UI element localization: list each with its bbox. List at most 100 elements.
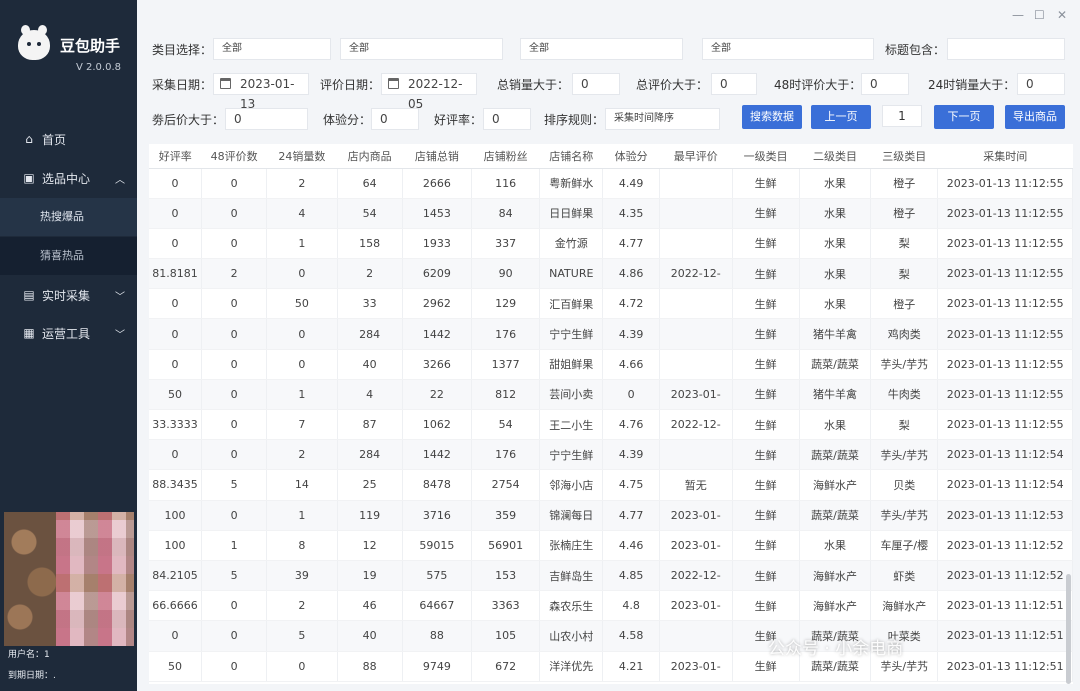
table-cell: 2 — [266, 590, 338, 622]
calendar-icon — [388, 78, 399, 89]
table-row[interactable]: 100 0 1 119 3716 359 锦澜每日 4.77 2023-01- 生鲜 蔬菜/蔬菜 芋头… — [149, 500, 1073, 531]
coupon-price-input[interactable]: 0 — [225, 108, 308, 130]
collect-date-picker[interactable]: 2023-01-13 — [213, 73, 309, 111]
table-cell: 105 — [471, 620, 541, 652]
column-header[interactable]: 店铺名称 — [539, 144, 603, 169]
table-cell: 蔬菜/蔬菜 — [799, 500, 872, 531]
table-row[interactable]: 0 0 0 40 3266 1377 甜姐鲜果 4.66 生鲜 蔬菜/蔬菜 芋头/芋艿 2023-01… — [149, 349, 1073, 380]
experience-label: 体验分： — [323, 113, 372, 127]
home-icon: ⌂ — [25, 132, 33, 146]
table-row[interactable]: 81.8181 2 0 2 6209 90 NATURE 4.86 2022-12- 生鲜 水果梨 2… — [149, 258, 1073, 290]
minimize-icon[interactable]: — — [1012, 8, 1024, 22]
page-number-input[interactable]: 1 — [882, 105, 922, 127]
column-header[interactable]: 采集时间 — [937, 144, 1073, 169]
table-row[interactable]: 0 0 1 158 1933 337 金竹源 4.77 生鲜 水果梨 2023-01-13 11:1… — [149, 228, 1073, 260]
table-cell: 284 — [337, 439, 403, 471]
table-row[interactable]: 33.3333 0 7 87 1062 54 王二小生 4.76 2022-12- 生鲜 水果梨 20… — [149, 409, 1073, 441]
coupon-price-label: 劵后价大于： — [152, 113, 225, 127]
sidebar-subitem-guess-hot[interactable]: 猜喜热品 — [0, 237, 137, 275]
prev-page-button[interactable]: 上一页 — [811, 105, 871, 129]
table-row[interactable]: 0 0 2 284 1442 176 宁宁生鲜 4.39 生鲜 蔬菜/蔬菜 芋头/芋艿 2023-01… — [149, 439, 1073, 471]
column-header[interactable]: 店内商品 — [337, 144, 403, 169]
category-select-2[interactable]: 全部 — [340, 38, 503, 60]
table-cell: 汇百鲜果 — [539, 288, 604, 320]
sidebar-item-product-center[interactable]: ▣ 选品中心 ︿ — [0, 159, 137, 197]
total-sales-input[interactable]: 0 — [572, 73, 620, 95]
table-cell: 生鲜 — [732, 500, 800, 531]
table-cell: 812 — [471, 379, 541, 411]
table-row[interactable]: 84.2105 5 39 19 575 153 吉鲜岛生 4.85 2022-12- 生鲜 海鲜水产… — [149, 560, 1073, 592]
column-header[interactable]: 体验分 — [602, 144, 660, 169]
table-cell: 生鲜 — [732, 258, 800, 290]
reviews48-input[interactable]: 0 — [861, 73, 909, 95]
good-rate-input[interactable]: 0 — [483, 108, 531, 130]
review-date-picker[interactable]: 2022-12-05 — [381, 73, 477, 111]
table-cell: 生鲜 — [732, 349, 800, 380]
column-header[interactable]: 48评价数 — [201, 144, 267, 169]
table-row[interactable]: 66.6666 0 2 46 64667 3363 森农乐生 4.8 2023-01- 生鲜 海鲜水… — [149, 590, 1073, 622]
table-cell: 2023-01-13 11:12:54 — [937, 439, 1073, 471]
chevron-down-icon: ﹀ — [115, 329, 125, 341]
table-row[interactable]: 0 0 2 64 2666 116 粤新鲜水 4.49 生鲜 水果 橙子 2023-01-13 11:… — [149, 168, 1073, 199]
column-header[interactable]: 最早评价 — [659, 144, 733, 169]
sidebar: 豆包助手 V 2.0.0.8 ⌂ 首页 ▣ 选品中心 ︿ 热搜爆品 猜喜热品 ▤… — [0, 0, 137, 691]
table-cell: 0 — [602, 379, 661, 411]
table-row[interactable]: 0 0 50 33 2962 129 汇百鲜果 4.72 生鲜 水果 橙子 2023-01-13 11… — [149, 288, 1073, 320]
product-icon: ▣ — [23, 171, 35, 185]
table-row[interactable]: 50 0 0 88 9749 672 洋洋优先 4.21 2023-01- 生鲜 蔬菜/蔬菜 芋头/芋… — [149, 651, 1073, 682]
table-cell: 54 — [337, 198, 403, 229]
table-row[interactable]: 100 1 8 12 59015 56901 张楠庄生 4.46 2023-01- 生鲜 水果 车厘子… — [149, 530, 1073, 561]
column-header[interactable]: 店铺粉丝 — [471, 144, 540, 169]
category-select-1[interactable]: 全部 — [213, 38, 331, 60]
title-contains-input[interactable] — [947, 38, 1065, 60]
column-header[interactable]: 店铺总销 — [402, 144, 472, 169]
table-cell: 2023-01-13 11:12:52 — [937, 560, 1073, 592]
column-header[interactable]: 三级类目 — [870, 144, 938, 169]
sidebar-item-realtime-collect[interactable]: ▤ 实时采集 ﹀ — [0, 276, 137, 314]
sidebar-item-ops-tools[interactable]: ▦ 运营工具 ﹀ — [0, 314, 137, 352]
sidebar-subitem-hot-search[interactable]: 热搜爆品 — [0, 198, 137, 236]
table-cell: 4.8 — [602, 590, 661, 622]
table-cell: 4.39 — [602, 318, 661, 350]
search-data-button[interactable]: 搜索数据 — [742, 105, 802, 129]
table-cell: 176 — [471, 318, 541, 350]
total-reviews-input[interactable]: 0 — [711, 73, 757, 95]
chevron-down-icon: ﹀ — [115, 291, 125, 303]
table-row[interactable]: 0 0 4 54 1453 84 日日鲜果 4.35 生鲜 水果 橙子 2023-01-13 11:1… — [149, 198, 1073, 229]
table-cell: 水果 — [799, 228, 872, 260]
table-cell: 宁宁生鲜 — [539, 318, 604, 350]
table-cell: 0 — [149, 318, 203, 350]
category-select-3[interactable]: 全部 — [520, 38, 683, 60]
table-cell: 2023-01-13 11:12:51 — [937, 590, 1073, 622]
table-cell: 王二小生 — [539, 409, 604, 441]
table-cell: 14 — [266, 469, 338, 501]
maximize-icon[interactable]: ☐ — [1034, 8, 1045, 22]
table-cell — [659, 439, 733, 471]
sidebar-item-home[interactable]: ⌂ 首页 — [0, 120, 137, 158]
column-header[interactable]: 一级类目 — [732, 144, 800, 169]
export-products-button[interactable]: 导出商品 — [1005, 105, 1065, 129]
table-row[interactable]: 50 0 1 4 22 812 芸间小卖 0 2023-01- 生鲜 猪牛羊禽 牛肉类 2023-01-… — [149, 379, 1073, 411]
sales24-input[interactable]: 0 — [1017, 73, 1065, 95]
table-cell: 4.66 — [602, 349, 661, 380]
table-row[interactable]: 0 0 0 284 1442 176 宁宁生鲜 4.39 生鲜 猪牛羊禽 鸡肉类 2023-01-13… — [149, 318, 1073, 350]
avatar — [4, 512, 134, 646]
table-scrollbar[interactable] — [1066, 574, 1071, 684]
table-cell: 水果 — [799, 198, 872, 229]
column-header[interactable]: 24销量数 — [266, 144, 338, 169]
table-cell: 2023-01-13 11:12:55 — [937, 379, 1073, 411]
close-icon[interactable]: ✕ — [1057, 8, 1067, 22]
table-cell: 4.86 — [602, 258, 661, 290]
table-cell: 2022-12- — [659, 560, 733, 592]
table-cell: 邻海小店 — [539, 469, 604, 501]
experience-input[interactable]: 0 — [371, 108, 419, 130]
sort-select[interactable]: 采集时间降序 — [605, 108, 720, 130]
table-row[interactable]: 0 0 5 40 88 105 山农小村 4.58 生鲜 蔬菜/蔬菜 叶菜类 2023-01-13 1… — [149, 620, 1073, 652]
category-select-4[interactable]: 全部 — [702, 38, 874, 60]
column-header[interactable]: 二级类目 — [799, 144, 871, 169]
table-cell: 0 — [201, 168, 268, 199]
table-cell: 4.39 — [602, 439, 661, 471]
next-page-button[interactable]: 下一页 — [934, 105, 994, 129]
column-header[interactable]: 好评率 — [149, 144, 202, 169]
table-row[interactable]: 88.3435 5 14 25 8478 2754 邻海小店 4.75 暂无 生鲜 海鲜水产 贝类 20… — [149, 469, 1073, 501]
